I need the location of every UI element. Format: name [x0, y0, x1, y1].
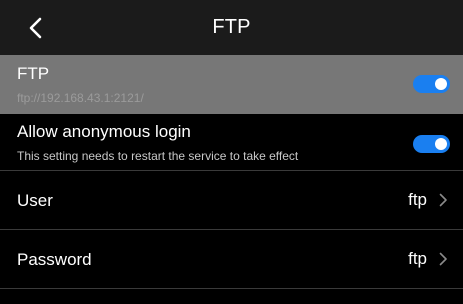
- password-value: ftp: [408, 249, 427, 268]
- ftp-toggle-switch[interactable]: [413, 75, 450, 93]
- toggle-knob: [435, 138, 447, 150]
- user-row[interactable]: User ftp: [0, 171, 463, 230]
- password-value-group: ftp: [408, 249, 448, 269]
- user-label: User: [17, 191, 53, 210]
- top-bar: FTP: [0, 0, 463, 55]
- user-value: ftp: [408, 190, 427, 209]
- anonymous-login-label: Allow anonymous login: [17, 122, 191, 141]
- page-title: FTP: [212, 16, 251, 38]
- user-value-group: ftp: [408, 190, 448, 210]
- ftp-label: FTP: [17, 64, 50, 83]
- ftp-settings-screen: FTP FTP ftp://192.168.43.1:2121/ Allow a…: [0, 0, 463, 304]
- toggle-knob: [435, 78, 447, 90]
- ftp-address: ftp://192.168.43.1:2121/: [17, 91, 144, 105]
- password-label: Password: [17, 250, 92, 269]
- chevron-right-icon: [439, 252, 447, 266]
- anonymous-login-row[interactable]: Allow anonymous login This setting needs…: [0, 114, 463, 171]
- chevron-left-icon: [29, 17, 42, 39]
- back-button[interactable]: [22, 13, 48, 43]
- ftp-toggle-row[interactable]: FTP ftp://192.168.43.1:2121/: [0, 55, 463, 114]
- chevron-right-icon: [439, 193, 447, 207]
- password-row[interactable]: Password ftp: [0, 230, 463, 289]
- anonymous-login-note: This setting needs to restart the servic…: [17, 149, 299, 163]
- anonymous-login-toggle-switch[interactable]: [413, 135, 450, 153]
